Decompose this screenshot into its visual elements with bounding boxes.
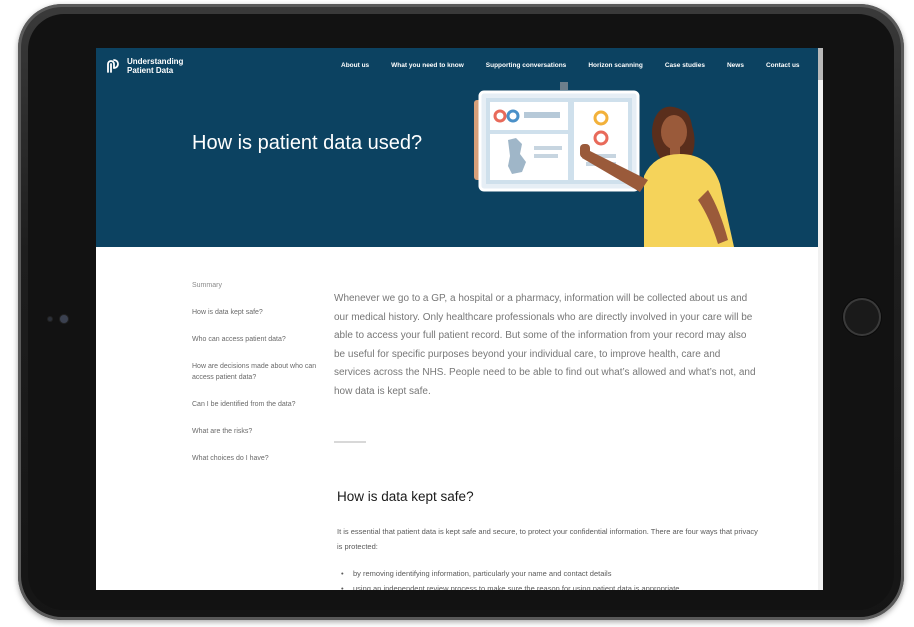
toc-item-summary[interactable]: Summary xyxy=(192,280,322,291)
browser-screen: Understanding Patient Data About us What… xyxy=(96,48,823,590)
toc-item-decisions[interactable]: How are decisions made about who can acc… xyxy=(192,361,322,383)
nav-what-you-need-to-know[interactable]: What you need to know xyxy=(391,62,464,69)
hero-banner: Understanding Patient Data About us What… xyxy=(96,48,818,247)
nav-supporting-conversations[interactable]: Supporting conversations xyxy=(486,62,567,69)
camera-sensor-icon xyxy=(48,317,52,321)
toc-item-identified[interactable]: Can I be identified from the data? xyxy=(192,399,322,410)
camera-icon xyxy=(60,315,68,323)
toc-item-choices[interactable]: What choices do I have? xyxy=(192,453,322,464)
toc-item-data-safe[interactable]: How is data kept safe? xyxy=(192,307,322,318)
brand-logo-icon xyxy=(107,59,119,73)
privacy-list: by removing identifying information, par… xyxy=(337,566,762,590)
main-nav: About us What you need to know Supportin… xyxy=(341,62,800,69)
list-item: by removing identifying information, par… xyxy=(337,566,762,581)
list-item: using an independent review process to m… xyxy=(337,581,762,590)
nav-contact-us[interactable]: Contact us xyxy=(766,62,800,69)
nav-about-us[interactable]: About us xyxy=(341,62,369,69)
scrollbar-thumb[interactable] xyxy=(818,48,823,80)
brand-line-1: Understanding xyxy=(127,57,184,66)
hero-illustration xyxy=(474,82,734,247)
page-title: How is patient data used? xyxy=(192,132,423,155)
nav-news[interactable]: News xyxy=(727,62,744,69)
nav-horizon-scanning[interactable]: Horizon scanning xyxy=(588,62,643,69)
brand-line-2: Patient Data xyxy=(127,66,174,75)
home-button[interactable] xyxy=(843,298,881,336)
site-logo[interactable]: Understanding Patient Data xyxy=(104,57,183,75)
section-paragraph: It is essential that patient data is kep… xyxy=(337,526,758,551)
scrollbar[interactable] xyxy=(818,48,823,590)
table-of-contents: Summary How is data kept safe? Who can a… xyxy=(192,280,322,480)
intro-paragraph: Whenever we go to a GP, a hospital or a … xyxy=(334,293,756,397)
toc-item-who-access[interactable]: Who can access patient data? xyxy=(192,334,322,345)
nav-case-studies[interactable]: Case studies xyxy=(665,62,705,69)
section-heading: How is data kept safe? xyxy=(337,489,474,505)
section-divider xyxy=(334,441,366,443)
brand-name: Understanding Patient Data xyxy=(127,57,183,75)
toc-item-risks[interactable]: What are the risks? xyxy=(192,426,322,437)
